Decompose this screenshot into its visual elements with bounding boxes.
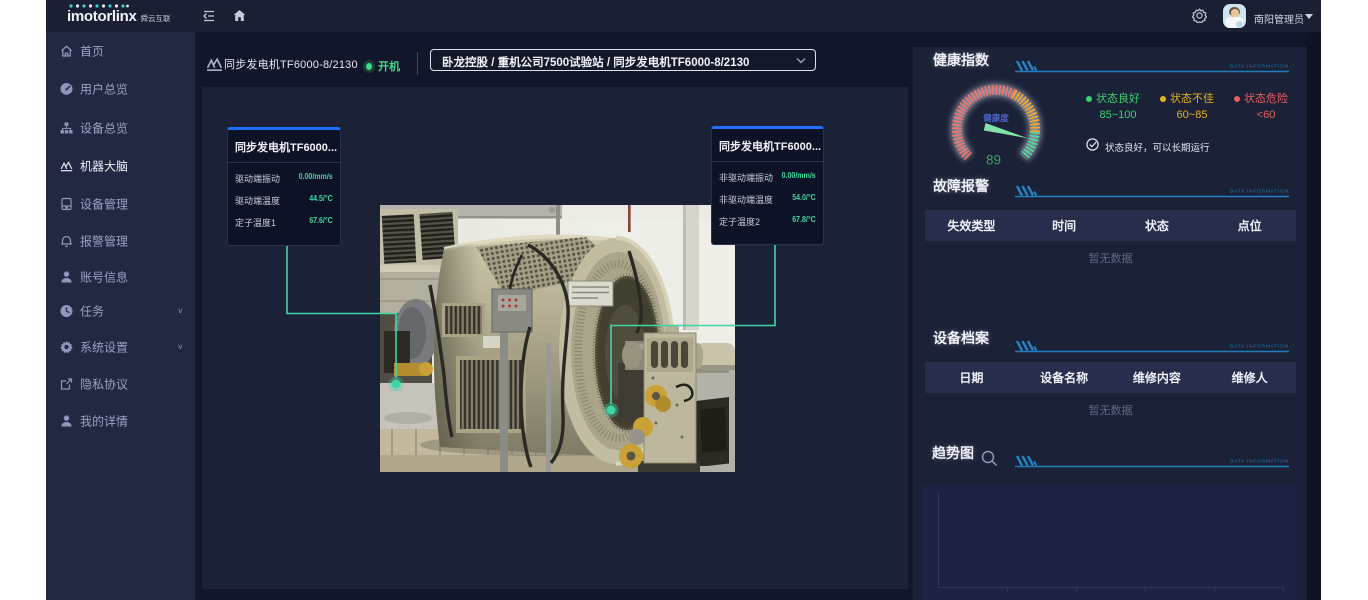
svg-text:DATA INFORMATION: DATA INFORMATION (1230, 459, 1289, 465)
svg-text:DATA INFORMATION: DATA INFORMATION (1230, 344, 1289, 350)
svg-text:89: 89 (986, 153, 1001, 168)
svg-text:DATA INFORMATION: DATA INFORMATION (1230, 189, 1289, 195)
svg-text:DATA INFORMATION: DATA INFORMATION (1230, 64, 1289, 70)
svg-text:健康度: 健康度 (983, 113, 1009, 123)
